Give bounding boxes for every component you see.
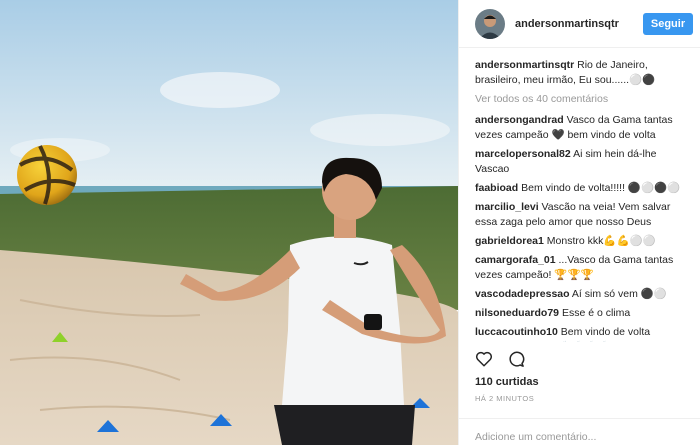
comment: luccacoutinho10 Bem vindo de volta monst… (475, 325, 691, 342)
comment-text: Esse é o clima (561, 307, 631, 319)
comment: faabioad Bem vindo de volta!!!!! ⚫⚪⚫⚪ (475, 181, 691, 196)
comment-text: Aí sim só vem ⚫⚪ (571, 288, 667, 300)
comment: andersongandrad Vasco da Gama tantas vez… (475, 113, 691, 143)
comment: camargorafa_01 ...Vasco da Gama tantas v… (475, 253, 691, 283)
heart-icon (475, 351, 493, 367)
comment-button[interactable] (507, 350, 525, 368)
comment-user[interactable]: nilsoneduardo79 (475, 307, 559, 319)
comment: vascodadepressao Aí sim só vem ⚫⚪ (475, 287, 691, 302)
comment-list[interactable]: andersonmartinsqtr Rio de Janeiro, brasi… (459, 58, 700, 342)
add-comment-bar (459, 418, 700, 445)
beach-football-photo (0, 0, 458, 445)
post-actions (475, 350, 525, 368)
post-header: andersonmartinsqtr Seguir (459, 0, 700, 48)
caption: andersonmartinsqtr Rio de Janeiro, brasi… (475, 58, 691, 88)
caption-user[interactable]: andersonmartinsqtr (475, 59, 574, 71)
comment-bubble-icon (509, 351, 525, 367)
post-sidebar: andersonmartinsqtr Seguir andersonmartin… (458, 0, 700, 445)
comment-user[interactable]: camargorafa_01 (475, 254, 556, 266)
comment: marcelopersonal82 Ai sim hein dá-lhe Vas… (475, 147, 691, 177)
comment-user[interactable]: gabrieldorea1 (475, 235, 544, 247)
view-all-comments-link[interactable]: Ver todos os 40 comentários (475, 92, 691, 107)
avatar[interactable] (475, 8, 505, 39)
comment: marcilio_levi Vascão na veia! Vem salvar… (475, 200, 691, 230)
comment: gabrieldorea1 Monstro kkk💪💪⚪⚪ (475, 234, 691, 249)
comment-user[interactable]: marcilio_levi (475, 201, 539, 213)
comment-text: Bem vindo de volta!!!!! ⚫⚪⚫⚪ (521, 182, 681, 194)
post-timestamp: HÁ 2 MINUTOS (475, 394, 535, 403)
comment: nilsoneduardo79 Esse é o clima (475, 306, 691, 321)
comment-user[interactable]: vascodadepressao (475, 288, 570, 300)
comment-user[interactable]: andersongandrad (475, 114, 564, 126)
like-button[interactable] (475, 350, 493, 368)
add-comment-input[interactable] (475, 431, 675, 443)
comment-user[interactable]: marcelopersonal82 (475, 148, 571, 160)
comment-user[interactable]: luccacoutinho10 (475, 326, 558, 338)
likes-count[interactable]: 110 curtidas (475, 376, 539, 388)
username[interactable]: andersonmartinsqtr (515, 18, 643, 30)
comment-text: Monstro kkk💪💪⚪⚪ (546, 235, 656, 247)
follow-button[interactable]: Seguir (643, 12, 693, 35)
post-photo[interactable] (0, 0, 458, 445)
instagram-post: andersonmartinsqtr Seguir andersonmartin… (0, 0, 700, 445)
comment-user[interactable]: faabioad (475, 182, 518, 194)
